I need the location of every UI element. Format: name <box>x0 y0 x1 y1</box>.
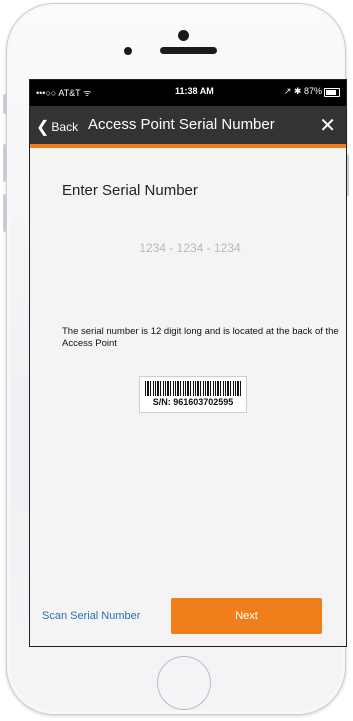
front-camera <box>178 30 189 41</box>
page-title: Access Point Serial Number <box>88 116 275 133</box>
status-time: 11:38 AM <box>175 86 214 96</box>
serial-number-input[interactable] <box>60 234 320 262</box>
volume-down-button <box>3 194 7 232</box>
section-heading: Enter Serial Number <box>62 182 198 199</box>
proximity-sensor <box>124 47 132 55</box>
battery-percent: ↗ ✱ 87% <box>283 86 322 96</box>
carrier-signal: •••○○ AT&T ᯤ <box>36 88 92 98</box>
back-label: Back <box>51 120 79 134</box>
close-icon[interactable]: ✕ <box>319 113 336 138</box>
next-button[interactable]: Next <box>171 598 322 634</box>
barcode-image: S/N: 961603702595 <box>139 376 247 413</box>
mute-switch <box>3 94 7 114</box>
battery-icon <box>324 88 340 97</box>
barcode-icon <box>145 381 241 396</box>
barcode-serial-label: S/N: 961603702595 <box>152 397 234 407</box>
nav-bar: ❮ Back Access Point Serial Number ✕ <box>30 106 346 148</box>
earpiece-speaker <box>160 47 217 54</box>
home-button[interactable] <box>157 656 211 710</box>
back-button[interactable]: ❮ Back <box>36 117 78 137</box>
chevron-left-icon: ❮ <box>36 119 50 136</box>
volume-up-button <box>3 144 7 182</box>
serial-hint-text: The serial number is 12 digit long and i… <box>62 326 339 349</box>
status-bar: •••○○ AT&T ᯤ 11:38 AM ↗ ✱ 87% <box>30 80 346 106</box>
phone-frame: •••○○ AT&T ᯤ 11:38 AM ↗ ✱ 87% ❮ Back Acce… <box>3 3 349 715</box>
scan-serial-number-link[interactable]: Scan Serial Number <box>42 610 140 622</box>
screen: •••○○ AT&T ᯤ 11:38 AM ↗ ✱ 87% ❮ Back Acce… <box>29 79 347 647</box>
